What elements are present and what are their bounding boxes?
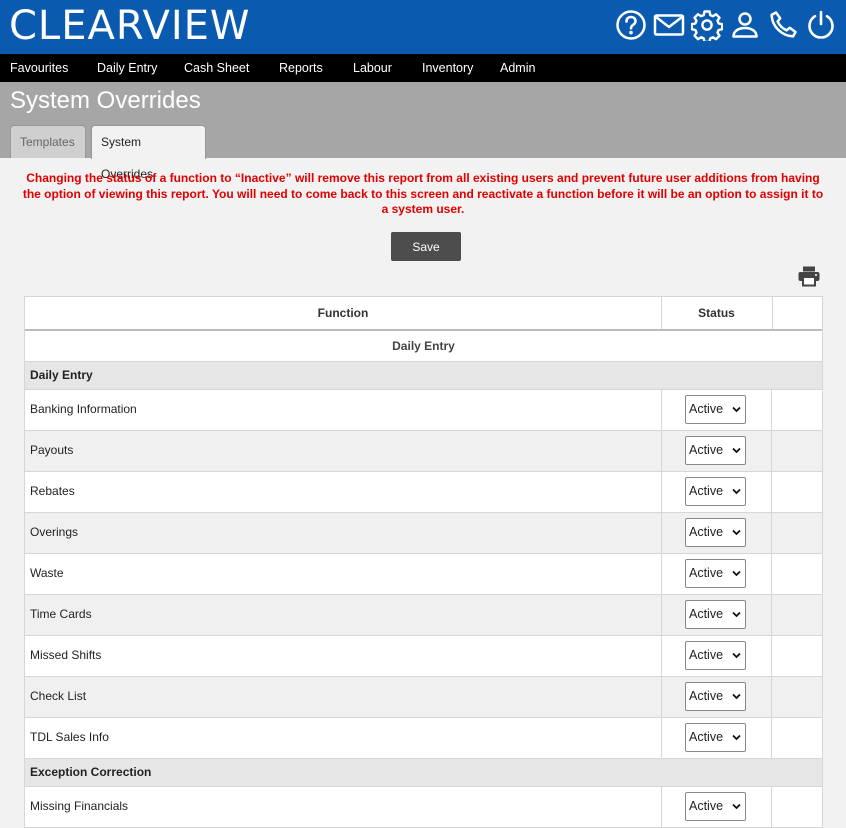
page-title: System Overrides (10, 87, 201, 114)
function-name: Overings (30, 525, 79, 539)
menu-item-labour[interactable]: Labour (353, 54, 392, 82)
chevron-down-icon (732, 447, 741, 454)
function-name: Payouts (30, 443, 74, 457)
status-cell: Active (661, 431, 772, 471)
table-row: Payouts Active (25, 431, 822, 472)
chevron-down-icon (732, 803, 741, 810)
status-cell: Active (661, 595, 772, 635)
header-icon-bar (615, 9, 837, 41)
status-value: Active (689, 648, 724, 662)
status-select[interactable]: Active (685, 682, 746, 711)
status-select[interactable]: Active (685, 641, 746, 670)
function-name: Check List (30, 689, 87, 703)
status-value: Active (689, 402, 724, 416)
tab-system-overrides[interactable]: System Overrides (91, 125, 206, 181)
table-row: Banking Information Active (25, 390, 822, 431)
phone-icon[interactable] (767, 9, 799, 41)
function-name: Banking Information (30, 402, 137, 416)
group-header-daily-entry: Daily Entry (25, 362, 822, 390)
chevron-down-icon (732, 652, 741, 659)
status-value: Active (689, 799, 724, 813)
table-row: Waste Active (25, 554, 822, 595)
status-select[interactable]: Active (685, 600, 746, 629)
chevron-down-icon (732, 406, 741, 413)
tab-templates[interactable]: Templates (10, 125, 86, 158)
status-select[interactable]: Active (685, 559, 746, 588)
chevron-down-icon (732, 693, 741, 700)
status-cell: Active (661, 513, 772, 553)
status-cell: Active (661, 677, 772, 717)
status-cell: Active (661, 636, 772, 676)
chevron-down-icon (732, 488, 741, 495)
save-button[interactable]: Save (391, 232, 461, 261)
table-row: Overings Active (25, 513, 822, 554)
function-name: Waste (30, 566, 64, 580)
menu-item-cash-sheet[interactable]: Cash Sheet (184, 54, 249, 82)
top-header: CLEARVIEW (0, 0, 846, 54)
help-icon[interactable] (615, 9, 647, 41)
column-header-function[interactable]: Function (25, 297, 662, 329)
column-header-status[interactable]: Status (661, 297, 773, 329)
menu-item-inventory[interactable]: Inventory (422, 54, 473, 82)
settings-icon[interactable] (691, 9, 723, 41)
status-cell: Active (661, 554, 772, 594)
status-value: Active (689, 730, 724, 744)
status-select[interactable]: Active (685, 518, 746, 547)
menu-item-reports[interactable]: Reports (279, 54, 323, 82)
chevron-down-icon (732, 570, 741, 577)
warning-message: Changing the status of a function to “In… (22, 171, 824, 216)
table-header: Function Status (25, 297, 822, 331)
menu-item-favourites[interactable]: Favourites (10, 54, 68, 82)
power-icon[interactable] (805, 9, 837, 41)
chevron-down-icon (732, 611, 741, 618)
function-name: TDL Sales Info (30, 730, 109, 744)
mail-icon[interactable] (653, 9, 685, 41)
menu-item-admin[interactable]: Admin (500, 54, 535, 82)
status-cell: Active (661, 787, 772, 827)
status-cell: Active (661, 472, 772, 512)
app-logo[interactable]: CLEARVIEW (9, 2, 250, 50)
main-menu: Favourites Daily Entry Cash Sheet Report… (0, 54, 846, 82)
function-name: Missed Shifts (30, 648, 102, 662)
status-value: Active (689, 443, 724, 457)
table-row: Missing Financials Active (25, 787, 822, 828)
function-name: Missing Financials (30, 799, 129, 813)
user-icon[interactable] (729, 9, 761, 41)
status-select[interactable]: Active (685, 395, 746, 424)
overrides-table: Function Status Daily Entry Daily Entry … (24, 296, 823, 828)
status-value: Active (689, 484, 724, 498)
chevron-down-icon (732, 734, 741, 741)
status-select[interactable]: Active (685, 723, 746, 752)
exception-correction-rows: Missing Financials Active (25, 787, 822, 828)
function-name: Time Cards (30, 607, 92, 621)
status-value: Active (689, 566, 724, 580)
status-value: Active (689, 525, 724, 539)
chevron-down-icon (732, 529, 741, 536)
status-value: Active (689, 607, 724, 621)
daily-entry-rows: Banking Information Active Payouts Active Re… (25, 390, 822, 759)
menu-item-daily-entry[interactable]: Daily Entry (97, 54, 157, 82)
table-row: Time Cards Active (25, 595, 822, 636)
table-row: Check List Active (25, 677, 822, 718)
table-row: TDL Sales Info Active (25, 718, 822, 759)
group-header-exception-correction: Exception Correction (25, 759, 822, 787)
table-row: Rebates Active (25, 472, 822, 513)
section-header: Daily Entry (25, 331, 822, 362)
print-icon[interactable] (797, 265, 821, 287)
status-value: Active (689, 689, 724, 703)
status-select[interactable]: Active (685, 792, 746, 821)
status-select[interactable]: Active (685, 477, 746, 506)
table-row: Missed Shifts Active (25, 636, 822, 677)
status-cell: Active (661, 390, 772, 430)
status-select[interactable]: Active (685, 436, 746, 465)
function-name: Rebates (30, 484, 75, 498)
status-cell: Active (661, 718, 772, 758)
